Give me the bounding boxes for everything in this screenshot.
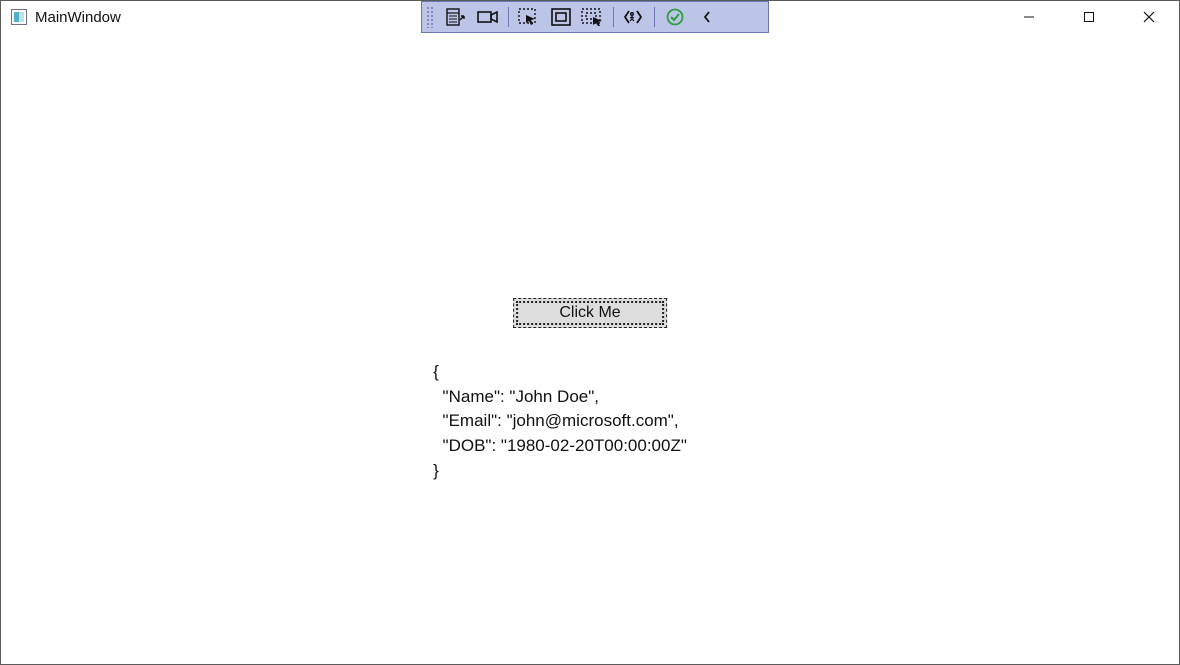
hot-reload-check-button[interactable]	[659, 4, 691, 30]
layout-properties-button[interactable]	[440, 4, 472, 30]
toolbar-separator	[508, 7, 509, 27]
click-me-button[interactable]: Click Me	[513, 298, 667, 328]
select-element-button[interactable]	[513, 4, 545, 30]
main-window: MainWindow	[0, 0, 1180, 665]
client-area: Click Me { "Name": "John Doe", "Email": …	[2, 34, 1178, 663]
output-text: { "Name": "John Doe", "Email": "john@mic…	[433, 360, 687, 483]
app-icon	[11, 9, 27, 25]
close-button[interactable]	[1119, 1, 1179, 33]
window-title: MainWindow	[35, 9, 121, 26]
track-focus-button[interactable]	[577, 4, 609, 30]
camera-button[interactable]	[472, 4, 504, 30]
content-stack: Click Me { "Name": "John Doe", "Email": …	[493, 298, 687, 483]
toolbar-separator	[613, 7, 614, 27]
minimize-button[interactable]	[999, 1, 1059, 33]
toolbar-separator	[654, 7, 655, 27]
display-layout-button[interactable]	[545, 4, 577, 30]
collapse-toolbar-button[interactable]	[691, 4, 723, 30]
window-controls	[999, 1, 1179, 33]
maximize-button[interactable]	[1059, 1, 1119, 33]
toolbar-grip-icon[interactable]	[426, 6, 434, 28]
binding-trace-button[interactable]	[618, 4, 650, 30]
vs-debug-toolbar[interactable]	[421, 1, 769, 33]
